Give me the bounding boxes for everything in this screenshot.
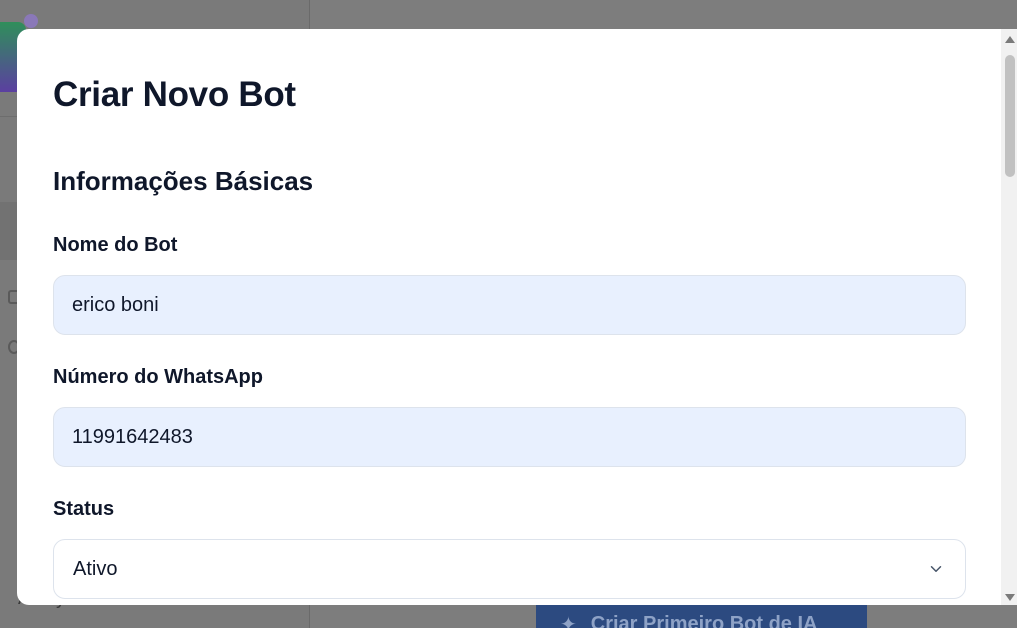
scrollbar-thumb[interactable] — [1005, 55, 1015, 177]
whatsapp-number-input[interactable] — [53, 407, 966, 467]
create-bot-modal: Criar Novo Bot Informações Básicas Nome … — [17, 29, 1017, 605]
modal-title: Criar Novo Bot — [53, 75, 296, 114]
bot-name-label: Nome do Bot — [53, 234, 178, 256]
scroll-down-arrow-icon[interactable] — [1005, 594, 1015, 601]
sparkles-icon: ✦ — [560, 613, 577, 628]
chevron-down-icon — [930, 566, 942, 572]
status-label: Status — [53, 498, 115, 520]
status-dot — [24, 14, 38, 28]
status-selected-value: Ativo — [73, 557, 118, 580]
status-select[interactable]: Ativo — [53, 539, 966, 599]
create-first-bot-label: Criar Primeiro Bot de IA — [590, 612, 818, 628]
bot-name-input[interactable] — [53, 275, 966, 335]
section-title-basic-info: Informações Básicas — [53, 166, 314, 196]
whatsapp-number-label: Número do WhatsApp — [53, 366, 263, 388]
create-first-bot-button[interactable]: ✦ Criar Primeiro Bot de IA — [536, 604, 867, 628]
modal-scrollbar[interactable] — [1001, 29, 1017, 605]
scroll-up-arrow-icon[interactable] — [1005, 36, 1015, 43]
